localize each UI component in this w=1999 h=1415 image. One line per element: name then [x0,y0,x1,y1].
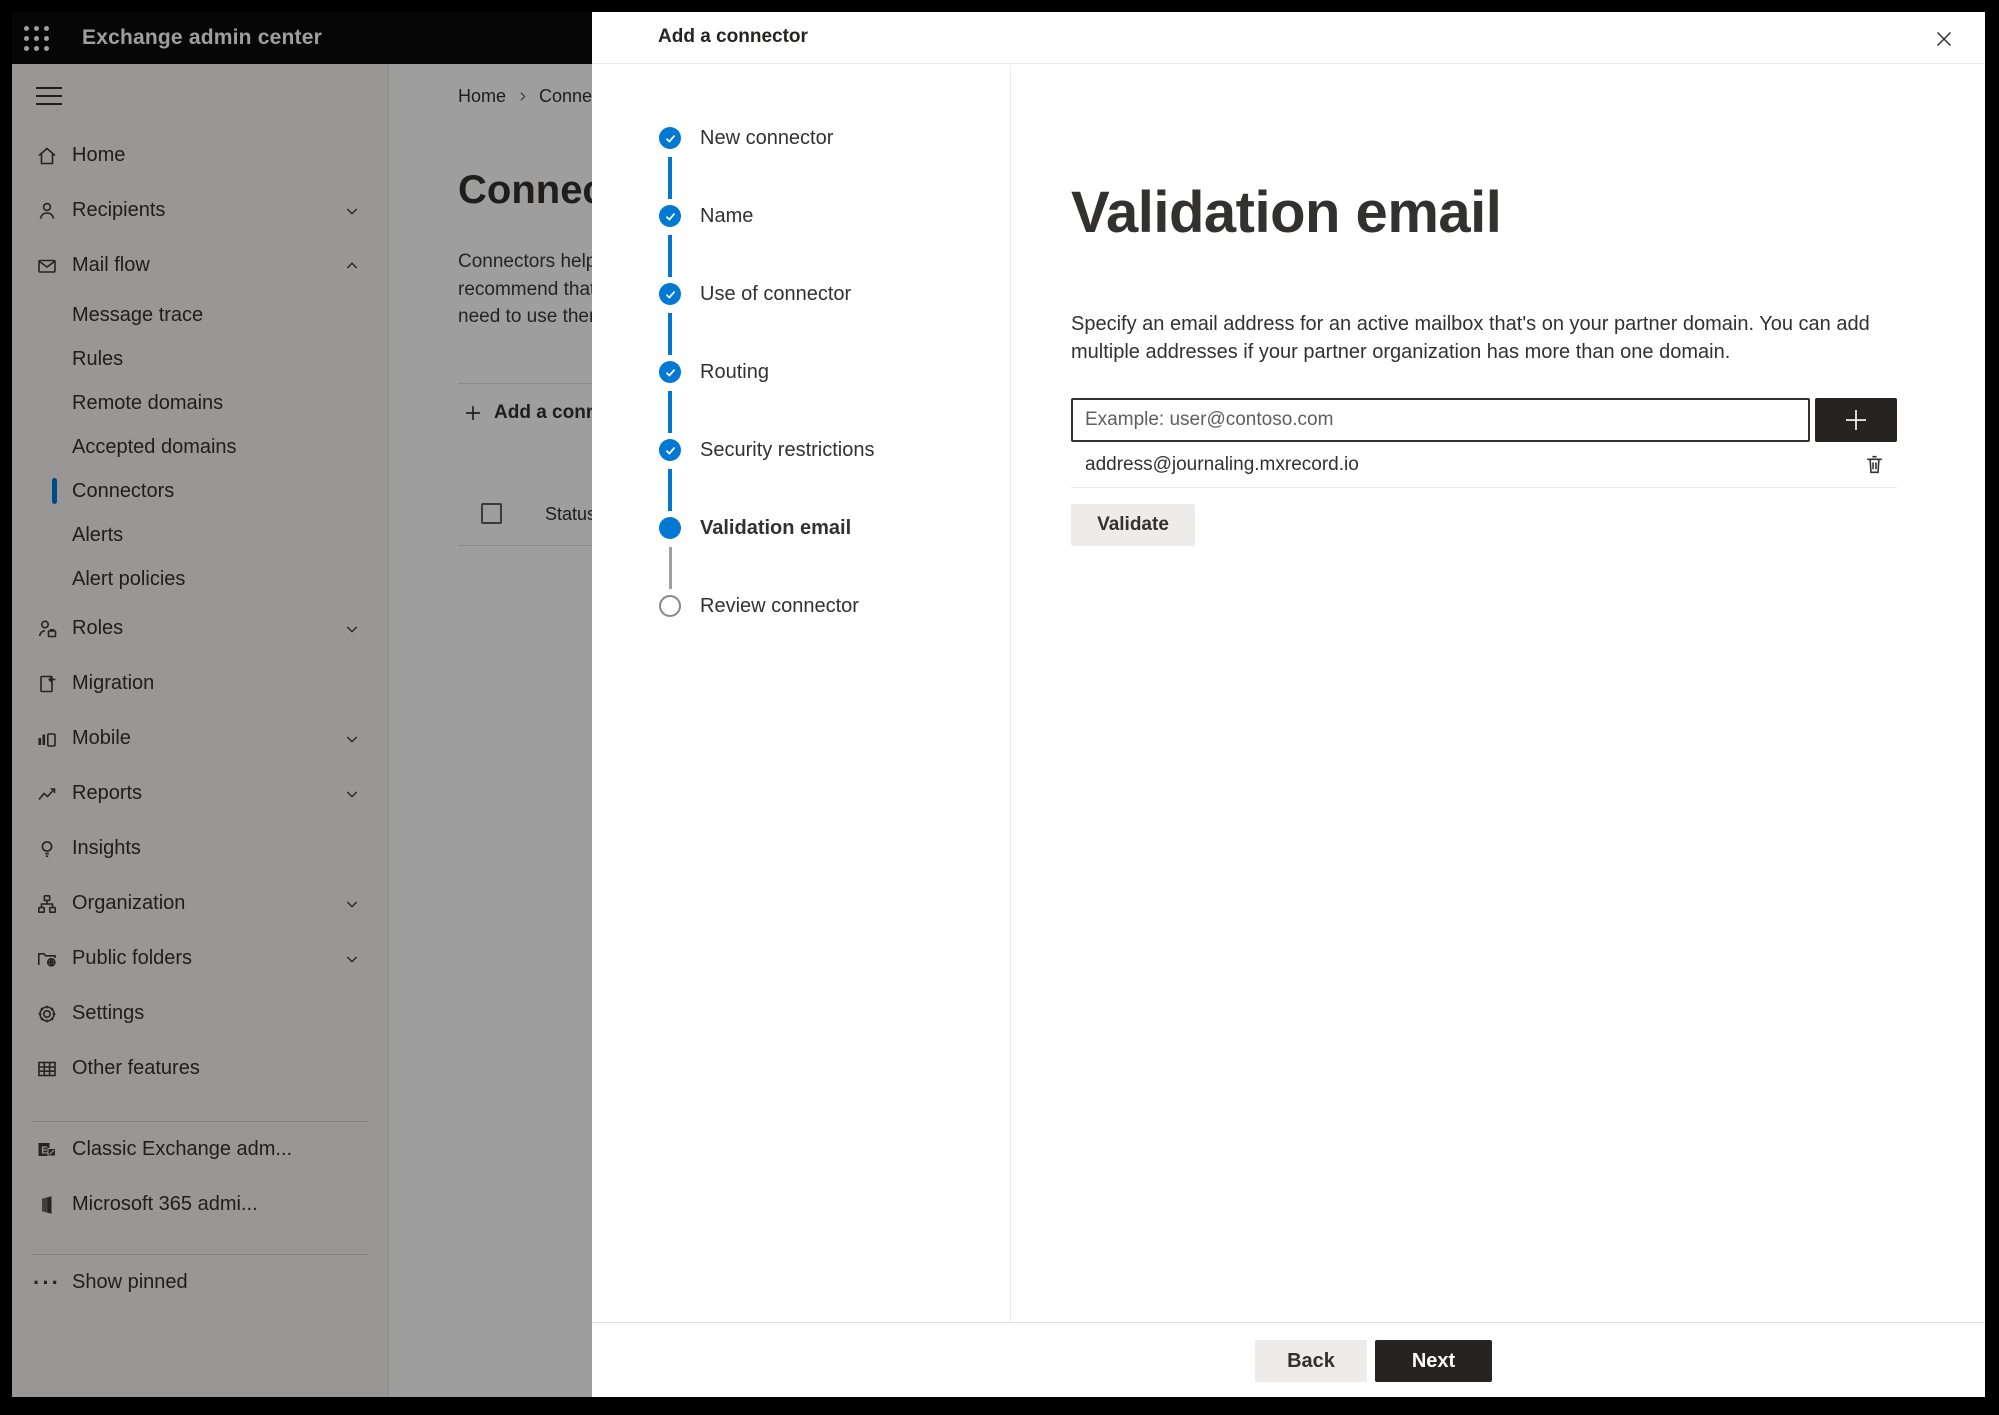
next-button[interactable]: Next [1375,1340,1492,1382]
trash-icon [1862,452,1887,477]
step-connector-line [668,235,672,277]
email-address-row: address@journaling.mxrecord.io [1071,442,1897,488]
step-connector-line [668,391,672,433]
add-email-button[interactable] [1815,398,1897,442]
email-input-row [1071,398,1897,442]
panel-body: New connector Name Use of connector Rout… [592,65,1985,1322]
step-security-restrictions: Security restrictions [592,439,1010,517]
step-connector-line [668,157,672,199]
step-current-dot [659,517,681,539]
back-button[interactable]: Back [1255,1340,1367,1382]
step-connector-line [669,547,672,589]
step-new-connector: New connector [592,127,1010,205]
wizard-stepper: New connector Name Use of connector Rout… [592,65,1011,1322]
step-use-of-connector: Use of connector [592,283,1010,361]
panel-title: Add a connector [658,26,808,47]
close-button[interactable] [1929,24,1959,54]
validation-email-input[interactable] [1071,398,1810,442]
step-description: Specify an email address for an active m… [1071,313,1870,363]
step-check-icon [659,361,681,383]
step-routing: Routing [592,361,1010,439]
step-check-icon [659,439,681,461]
plus-icon [1841,405,1871,435]
step-content: Validation email Specify an email addres… [1011,65,1985,1322]
exchange-admin-app: Exchange admin center Home Recipients Ma… [12,12,1985,1397]
step-check-icon [659,127,681,149]
delete-address-button[interactable] [1859,450,1889,480]
step-review-connector: Review connector [592,595,1010,673]
step-heading: Validation email [1071,180,1502,245]
step-todo-dot [659,595,681,617]
close-icon [1932,27,1956,51]
add-connector-panel: Add a connector New connector Name Use o… [592,12,1985,1397]
panel-footer: Back Next [592,1322,1985,1397]
step-validation-email: Validation email [592,517,1010,595]
screenshot-frame: Exchange admin center Home Recipients Ma… [0,0,1999,1415]
step-connector-line [668,313,672,355]
step-check-icon [659,283,681,305]
panel-header: Add a connector [592,12,1985,64]
validate-button[interactable]: Validate [1071,504,1195,546]
step-check-icon [659,205,681,227]
email-address-value: address@journaling.mxrecord.io [1085,453,1359,475]
step-connector-line [668,469,672,511]
step-name: Name [592,205,1010,283]
